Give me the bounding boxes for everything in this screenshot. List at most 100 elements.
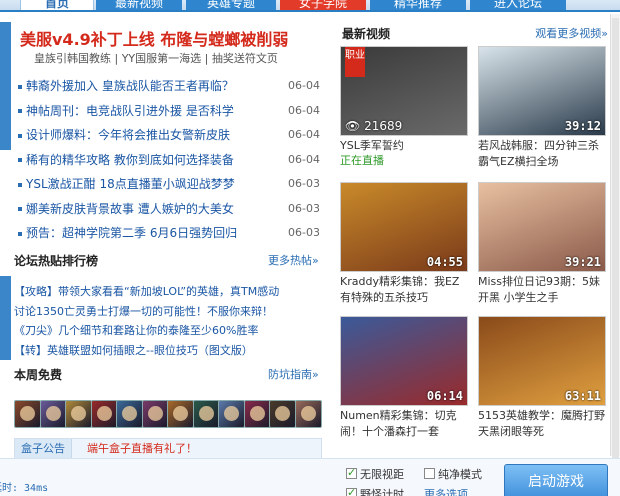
tab-home[interactable]: 首页 [20,0,94,10]
news-title[interactable]: 神帖周刊：电竞战队引进外援 是否科学 [26,104,234,118]
news-title[interactable]: 稀有的精华攻略 教你到底如何选择装备 [26,153,234,167]
latency-readout: 延时: 34ms [0,483,49,494]
news-item[interactable]: 设计师爆料：今年将会推出女警新皮肤 06-04 [18,123,322,148]
more-options-link[interactable]: 更多选项 [424,486,468,496]
news-item[interactable]: 韩裔外援加入 皇族战队能否王者再临？ 06-04 [18,74,322,99]
news-item[interactable]: 神帖周刊：电竞战队引进外援 是否科学 06-04 [18,99,322,124]
scrollbar[interactable] [610,14,620,458]
free-hero-avatar[interactable] [141,400,169,428]
eye-icon: 👁 [345,119,365,133]
pro-badge: 职业 [345,47,365,77]
news-date: 06-03 [288,177,320,190]
hero-face-icon [45,406,61,421]
forum-post[interactable]: 讨论1350亡灵勇士打爆一切的可能性！不服你来辩！ [14,302,324,322]
free-hero-avatar[interactable] [218,400,245,428]
news-title[interactable]: 预告：超神学院第二季 6月6日强势回归 [26,226,237,240]
bullet-icon [18,158,22,162]
top-nav: 首页 最新视频 英雄专题 女子学院 精华推荐 进入论坛 [0,0,620,12]
tab-featured[interactable]: 精华推荐 [370,0,466,10]
video-thumbnail[interactable]: 63:11 [478,316,606,406]
video-title[interactable]: 5153英雄教学：魔腾打野 天黑闭眼等死 [478,408,606,440]
video-thumbnail[interactable]: 39:12 [478,46,606,136]
video-card[interactable]: 63:11 5153英雄教学：魔腾打野 天黑闭眼等死 [478,316,606,440]
free-hero-avatar[interactable] [39,400,67,428]
video-title[interactable]: 若风战韩服：四分钟三杀 霸气EZ横扫全场 [478,138,606,170]
bullet-icon [18,133,22,138]
video-thumbnail[interactable]: 06:14 [340,316,468,406]
bullet-icon [18,109,22,113]
video-card[interactable]: 39:21 Miss排位日记93期：5妹开黑 小学生之手 [478,182,606,306]
checkbox-checked-icon[interactable] [346,486,357,496]
live-status: 正在直播 [340,154,384,167]
scrollbar-thumb[interactable] [612,18,619,458]
forum-more-link[interactable]: 更多热帖» [268,252,319,268]
free-hero-avatar[interactable] [243,400,271,428]
video-title[interactable]: Kraddy精彩集锦：我EZ有特殊的五杀技巧 [340,274,468,306]
news-item[interactable]: 预告：超神学院第二季 6月6日强势回归 06-03 [18,221,322,246]
jungle-timer-checkbox[interactable]: 野怪计时 [346,486,404,496]
video-thumbnail[interactable]: 04:55 [340,182,468,272]
pure-mode-checkbox[interactable]: 纯净模式 [424,466,482,482]
news-item[interactable]: YSL激战正酣 18点直播董小飒迎战梦梦 06-03 [18,172,322,197]
video-title[interactable]: Numen精彩集锦：切克闹！十个潘森打一套 [340,408,468,440]
tab-latest-videos[interactable]: 最新视频 [96,0,182,10]
video-title[interactable]: YSL季军誓约 [340,138,468,154]
news-item[interactable]: 娜美新皮肤背景故事 遭人嫉妒的大美女 06-03 [18,197,322,222]
video-card[interactable]: 职业 👁 21689 YSL季军誓约 正在直播 [340,46,468,168]
free-hero-avatar[interactable] [116,400,143,428]
forum-post[interactable]: 【攻略】带领大家看看“新加坡LOL”的英雄，真TM感动 [14,282,324,302]
video-duration: 04:55 [426,255,463,269]
free-hero-avatar[interactable] [65,400,92,428]
hero-face-icon [147,406,163,421]
news-date: 06-04 [288,152,320,166]
news-title[interactable]: YSL激战正酣 18点直播董小飒迎战梦梦 [26,177,235,191]
headline-link[interactable]: 美服v4.9补丁上线 布隆与螳螂被削弱 [20,26,320,50]
news-title[interactable]: 设计师爆料：今年将会推出女警新皮肤 [26,128,230,142]
hero-face-icon [275,406,290,421]
video-duration: 63:11 [564,389,601,403]
notice-message[interactable]: 端午盒子直播有礼了！ [87,439,197,459]
anti-scam-link[interactable]: 防坑指南» [268,366,319,382]
video-card[interactable]: 39:12 若风战韩服：四分钟三杀 霸气EZ横扫全场 [478,46,606,170]
sub-headline[interactable]: 皇族引韩国教练 | YY国服第一海选 | 抽奖送符文页 [34,50,278,66]
free-hero-avatar[interactable] [269,400,296,428]
video-section-title: 最新视频 [342,27,391,41]
hero-face-icon [71,406,86,421]
forum-post[interactable]: 《刀尖》几个细节和套路让你的泰隆至少60%胜率 [14,321,324,341]
news-title[interactable]: 娜美新皮肤背景故事 遭人嫉妒的大美女 [26,202,234,216]
news-title[interactable]: 韩裔外援加入 皇族战队能否王者再临？ [26,79,234,93]
tab-forum[interactable]: 进入论坛 [470,0,566,10]
infinite-view-label: 无限视距 [360,468,404,481]
tab-girls-academy[interactable]: 女子学院 [280,0,366,10]
free-hero-avatar[interactable] [294,400,322,428]
news-list: 韩裔外援加入 皇族战队能否王者再临？ 06-04 神帖周刊：电竞战队引进外援 是否科… [18,74,322,246]
free-hero-avatar[interactable] [90,400,118,428]
news-date: 06-03 [288,226,320,239]
news-item[interactable]: 稀有的精华攻略 教你到底如何选择装备 06-04 [18,148,322,173]
free-hero-avatar[interactable] [14,400,41,428]
more-videos-link[interactable]: 观看更多视频» [535,25,608,41]
checkbox-unchecked-icon[interactable] [424,468,435,479]
video-title[interactable]: Miss排位日记93期：5妹开黑 小学生之手 [478,274,606,306]
free-heroes-row [14,400,324,430]
free-hero-avatar[interactable] [192,400,220,428]
view-count: 👁 21689 [345,119,402,133]
infinite-view-checkbox[interactable]: 无限视距 [346,466,404,482]
video-card[interactable]: 06:14 Numen精彩集锦：切克闹！十个潘森打一套 [340,316,468,440]
hero-face-icon [300,406,316,421]
video-card[interactable]: 04:55 Kraddy精彩集锦：我EZ有特殊的五杀技巧 [340,182,468,306]
bullet-icon [18,231,22,236]
forum-list: 【攻略】带领大家看看“新加坡LOL”的英雄，真TM感动 讨论1350亡灵勇士打爆一… [14,282,324,360]
bullet-icon [18,182,22,187]
tab-hero-special[interactable]: 英雄专题 [186,0,276,10]
video-thumbnail[interactable]: 职业 👁 21689 [340,46,468,136]
video-thumbnail[interactable]: 39:21 [478,182,606,272]
start-game-button[interactable]: 启动游戏 [504,464,608,496]
forum-post[interactable]: 【转】英雄联盟如何插眼之--眼位技巧（图文版） [14,341,324,361]
bullet-icon [18,207,22,211]
left-accent-strip [0,22,11,150]
news-date: 06-04 [288,128,320,141]
free-hero-avatar[interactable] [167,400,194,428]
jungle-timer-label: 野怪计时 [360,488,404,496]
checkbox-checked-icon[interactable] [346,466,357,479]
